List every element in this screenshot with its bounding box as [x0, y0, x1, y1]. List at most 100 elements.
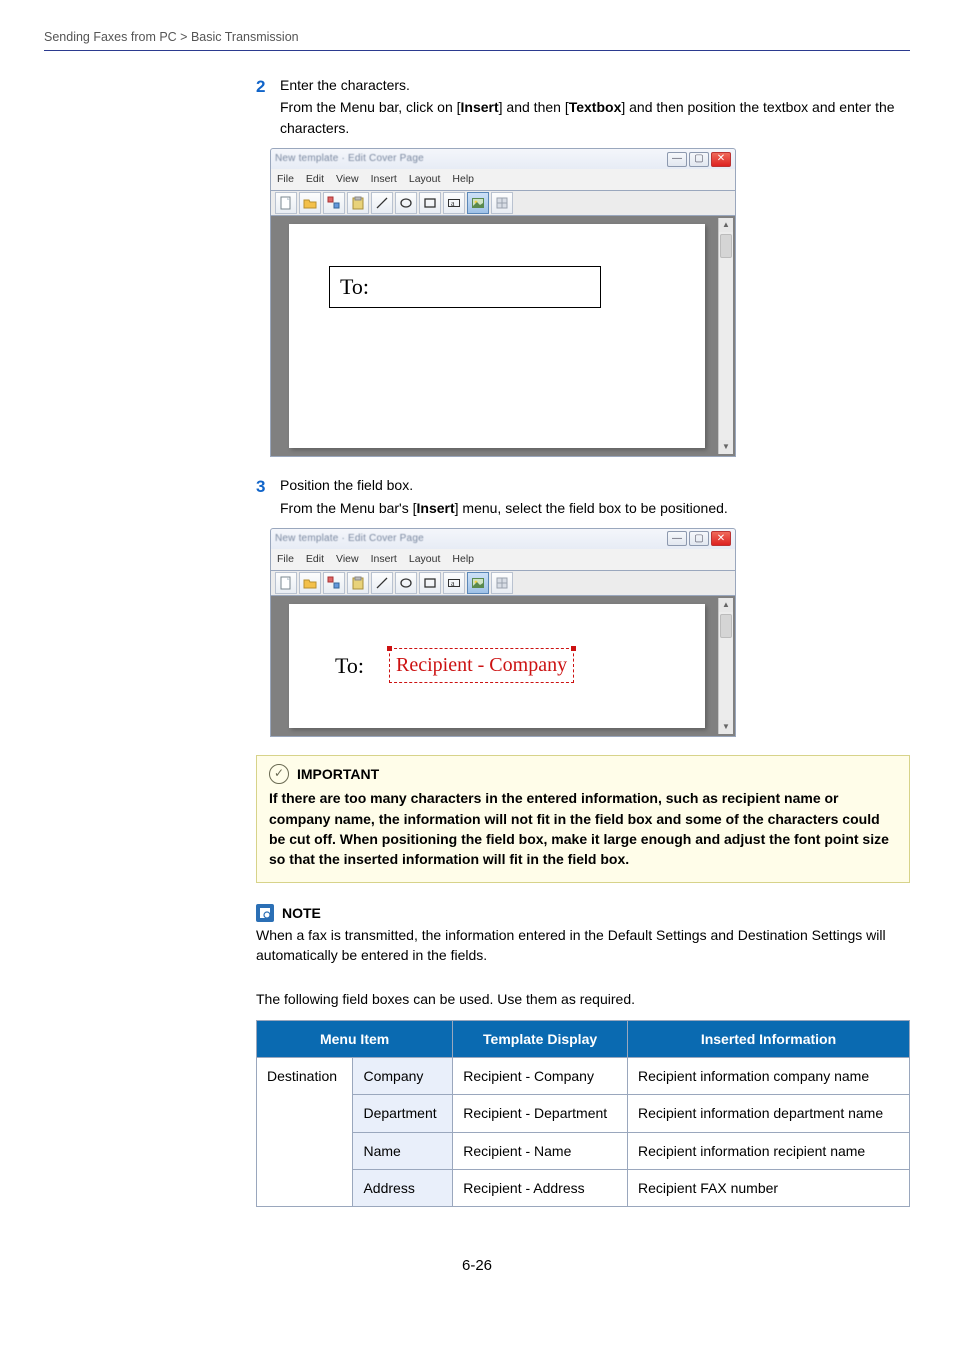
step-3-desc: From the Menu bar's [Insert] menu, selec…: [280, 498, 910, 518]
vertical-scrollbar[interactable]: ▲ ▼: [718, 218, 733, 454]
th-template-display: Template Display: [453, 1020, 628, 1057]
step-3-desc-a: From the Menu bar's [: [280, 500, 417, 516]
maximize-button[interactable]: ▢: [689, 152, 709, 167]
step-2-desc-textbox: Textbox: [569, 99, 622, 115]
cell-info: Recipient information company name: [627, 1058, 909, 1095]
note-body: When a fax is transmitted, the informati…: [256, 925, 910, 966]
maximize-button-2[interactable]: ▢: [689, 531, 709, 546]
scroll-thumb-2[interactable]: [720, 614, 732, 638]
open-icon[interactable]: [299, 192, 321, 214]
menu-edit[interactable]: Edit: [306, 172, 324, 187]
window-title-2: New template · Edit Cover Page: [275, 532, 424, 547]
ellipse-icon-2[interactable]: [395, 572, 417, 594]
cell-sub: Address: [353, 1169, 453, 1206]
image-tool-icon-2[interactable]: [467, 572, 489, 594]
textbox-tool-icon[interactable]: a: [443, 192, 465, 214]
step-2-title: Enter the characters.: [280, 77, 410, 93]
textbox-tool-icon-2[interactable]: a: [443, 572, 465, 594]
menu-bar-2: File Edit View Insert Layout Help: [270, 549, 736, 571]
vertical-scrollbar-2[interactable]: ▲ ▼: [718, 598, 733, 734]
menu-layout-2[interactable]: Layout: [409, 552, 441, 567]
check-circle-icon: ✓: [269, 764, 289, 784]
table-row: Destination Company Recipient - Company …: [257, 1058, 910, 1095]
scroll-thumb[interactable]: [720, 234, 732, 258]
arrange-icon[interactable]: [323, 192, 345, 214]
step-2-number: 2: [256, 75, 280, 138]
rect-icon-2[interactable]: [419, 572, 441, 594]
editor-canvas[interactable]: To: ▲ ▼: [270, 216, 736, 457]
table-row: Address Recipient - Address Recipient FA…: [257, 1169, 910, 1206]
step-2-desc: From the Menu bar, click on [Insert] and…: [280, 97, 910, 138]
important-body: If there are too many characters in the …: [269, 788, 897, 869]
scroll-down-icon[interactable]: ▼: [719, 440, 733, 454]
menu-view[interactable]: View: [336, 172, 359, 187]
minimize-button[interactable]: —: [667, 152, 687, 167]
note-icon: [256, 904, 274, 922]
ellipse-icon[interactable]: [395, 192, 417, 214]
label-to: To:: [335, 650, 364, 682]
open-icon-2[interactable]: [299, 572, 321, 594]
scroll-up-icon[interactable]: ▲: [719, 218, 733, 232]
header-rule: [44, 50, 910, 51]
cell-info: Recipient information department name: [627, 1095, 909, 1132]
page-paper-2: To: Recipient - Company: [289, 604, 705, 728]
menu-insert-2[interactable]: Insert: [371, 552, 397, 567]
minimize-button-2[interactable]: —: [667, 531, 687, 546]
grid-tool-icon-2[interactable]: [491, 572, 513, 594]
step-3-desc-insert: Insert: [417, 500, 455, 516]
grid-tool-icon[interactable]: [491, 192, 513, 214]
note-title: NOTE: [282, 903, 321, 923]
new-icon-2[interactable]: [275, 572, 297, 594]
fieldbox-recipient-company[interactable]: Recipient - Company: [389, 648, 574, 683]
window-title: New template · Edit Cover Page: [275, 152, 424, 167]
window-titlebar: New template · Edit Cover Page — ▢ ✕: [270, 148, 736, 169]
toolbar: a: [270, 191, 736, 216]
textbox-to[interactable]: To:: [329, 266, 601, 308]
editor-canvas-2[interactable]: To: Recipient - Company ▲ ▼: [270, 596, 736, 737]
arrange-icon-2[interactable]: [323, 572, 345, 594]
cell-sub: Department: [353, 1095, 453, 1132]
cell-disp: Recipient - Department: [453, 1095, 628, 1132]
menu-file[interactable]: File: [277, 172, 294, 187]
rect-icon[interactable]: [419, 192, 441, 214]
cell-info: Recipient information recipient name: [627, 1132, 909, 1169]
cell-sub: Company: [353, 1058, 453, 1095]
menu-edit-2[interactable]: Edit: [306, 552, 324, 567]
screenshot-window-2: New template · Edit Cover Page — ▢ ✕ Fil…: [270, 528, 736, 737]
th-inserted-info: Inserted Information: [627, 1020, 909, 1057]
line-icon[interactable]: [371, 192, 393, 214]
scroll-up-icon-2[interactable]: ▲: [719, 598, 733, 612]
cell-info: Recipient FAX number: [627, 1169, 909, 1206]
paste-icon[interactable]: [347, 192, 369, 214]
field-box-table: Menu Item Template Display Inserted Info…: [256, 1020, 910, 1207]
step-3: 3 Position the field box. From the Menu …: [256, 475, 910, 518]
svg-text:a: a: [451, 199, 455, 208]
step-2: 2 Enter the characters. From the Menu ba…: [256, 75, 910, 138]
svg-text:a: a: [451, 579, 455, 588]
page-paper: To:: [289, 224, 705, 448]
line-icon-2[interactable]: [371, 572, 393, 594]
step-2-desc-insert: Insert: [461, 99, 499, 115]
table-intro: The following field boxes can be used. U…: [256, 989, 910, 1009]
paste-icon-2[interactable]: [347, 572, 369, 594]
important-callout: ✓ IMPORTANT If there are too many charac…: [256, 755, 910, 882]
screenshot-window-1: New template · Edit Cover Page — ▢ ✕ Fil…: [270, 148, 736, 457]
menu-insert[interactable]: Insert: [371, 172, 397, 187]
menu-help-2[interactable]: Help: [452, 552, 474, 567]
close-button[interactable]: ✕: [711, 152, 731, 167]
step-3-desc-b: ] menu, select the field box to be posit…: [455, 500, 728, 516]
scroll-down-icon-2[interactable]: ▼: [719, 720, 733, 734]
table-row: Name Recipient - Name Recipient informat…: [257, 1132, 910, 1169]
menu-layout[interactable]: Layout: [409, 172, 441, 187]
window-titlebar-2: New template · Edit Cover Page — ▢ ✕: [270, 528, 736, 549]
cell-disp: Recipient - Address: [453, 1169, 628, 1206]
close-button-2[interactable]: ✕: [711, 531, 731, 546]
menu-file-2[interactable]: File: [277, 552, 294, 567]
table-row: Department Recipient - Department Recipi…: [257, 1095, 910, 1132]
new-icon[interactable]: [275, 192, 297, 214]
toolbar-2: a: [270, 571, 736, 596]
menu-help[interactable]: Help: [452, 172, 474, 187]
menu-view-2[interactable]: View: [336, 552, 359, 567]
step-3-title: Position the field box.: [280, 477, 413, 493]
image-tool-icon[interactable]: [467, 192, 489, 214]
